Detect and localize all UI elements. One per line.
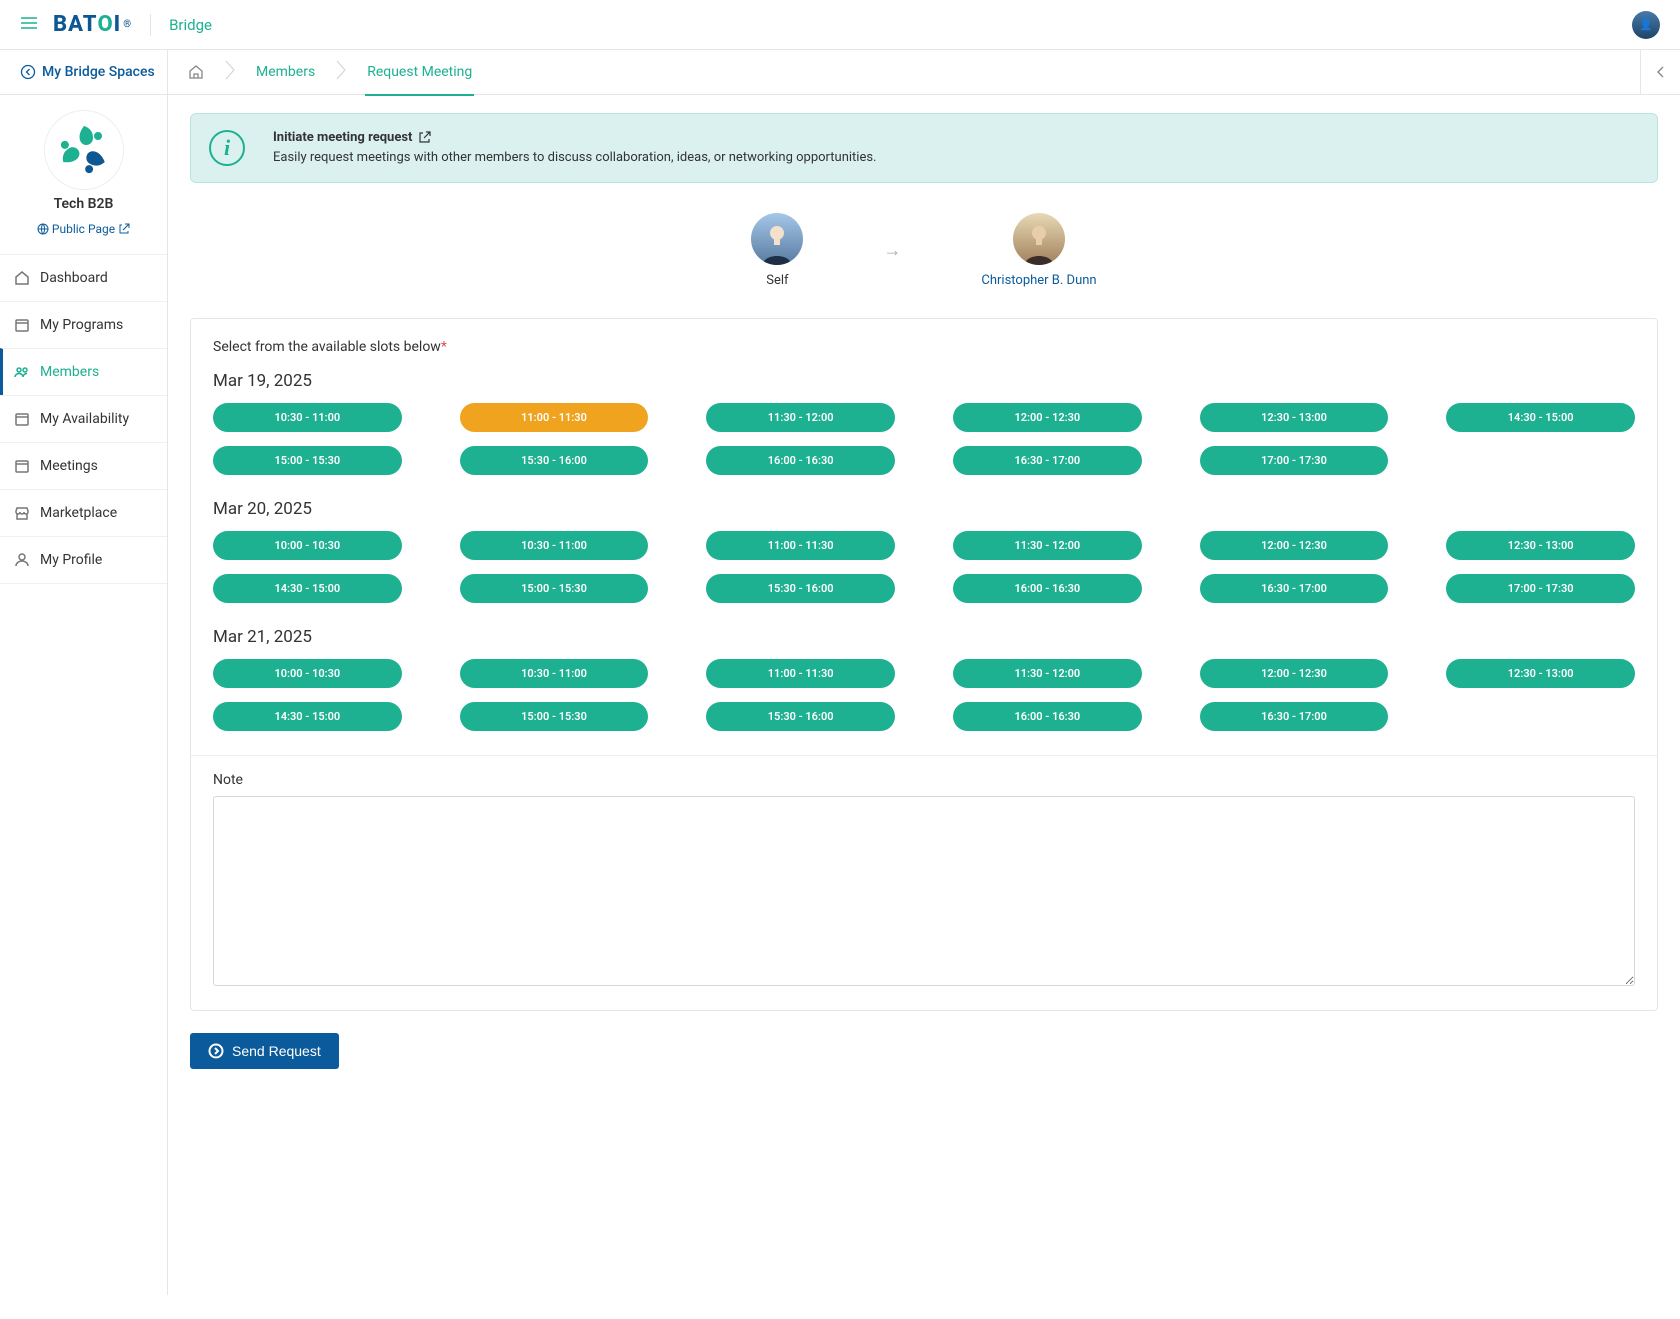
time-slot[interactable]: 16:00 - 16:30: [706, 446, 895, 475]
space-logo: [44, 110, 124, 190]
day-title: Mar 19, 2025: [213, 371, 1635, 391]
send-request-button[interactable]: Send Request: [190, 1033, 339, 1069]
breadcrumb-home[interactable]: [168, 50, 224, 95]
time-slot[interactable]: 12:30 - 13:00: [1446, 531, 1635, 560]
time-slot[interactable]: 15:00 - 15:30: [460, 702, 649, 731]
day-title: Mar 20, 2025: [213, 499, 1635, 519]
info-icon: i: [209, 130, 245, 166]
nav-profile[interactable]: My Profile: [0, 536, 167, 584]
nav-programs[interactable]: My Programs: [0, 301, 167, 348]
arrow-right-icon: →: [883, 240, 901, 261]
banner-title: Initiate meeting request: [273, 130, 412, 145]
brand-logo[interactable]: BATOI®: [53, 12, 132, 37]
time-slot[interactable]: 12:30 - 13:00: [1200, 403, 1389, 432]
time-slot[interactable]: 15:00 - 15:30: [213, 446, 402, 475]
self-label: Self: [766, 273, 788, 288]
time-slot[interactable]: 17:00 - 17:30: [1446, 574, 1635, 603]
note-label: Note: [213, 772, 1635, 788]
time-slot[interactable]: 16:30 - 17:00: [1200, 702, 1389, 731]
time-slot[interactable]: 11:00 - 11:30: [706, 659, 895, 688]
nav-marketplace[interactable]: Marketplace: [0, 489, 167, 536]
time-slot[interactable]: 14:30 - 15:00: [213, 574, 402, 603]
participants: Self → Christopher B. Dunn: [190, 213, 1658, 288]
content: i Initiate meeting request Easily reques…: [168, 95, 1680, 1295]
time-slot[interactable]: 11:00 - 11:30: [706, 531, 895, 560]
time-slot[interactable]: 16:30 - 17:00: [1200, 574, 1389, 603]
time-slot[interactable]: 17:00 - 17:30: [1200, 446, 1389, 475]
time-slot[interactable]: 14:30 - 15:00: [213, 702, 402, 731]
time-slot[interactable]: 11:30 - 12:00: [953, 531, 1142, 560]
time-slot[interactable]: 15:30 - 16:00: [706, 702, 895, 731]
user-avatar[interactable]: 👤: [1632, 11, 1660, 39]
time-slot[interactable]: 12:00 - 12:30: [953, 403, 1142, 432]
participant-other: Christopher B. Dunn: [981, 213, 1096, 288]
user-icon: [14, 552, 30, 568]
globe-icon: [37, 223, 49, 235]
back-link[interactable]: My Bridge Spaces: [0, 50, 168, 94]
time-slot[interactable]: 12:30 - 13:00: [1446, 659, 1635, 688]
breadcrumb-members[interactable]: Members: [236, 50, 335, 95]
time-slot[interactable]: 10:30 - 11:00: [460, 659, 649, 688]
home-icon: [188, 64, 204, 80]
time-slot[interactable]: 11:00 - 11:30: [460, 403, 649, 432]
nav-meetings[interactable]: Meetings: [0, 442, 167, 489]
product-name[interactable]: Bridge: [169, 16, 212, 34]
breadcrumbs: Members Request Meeting: [168, 50, 492, 94]
subheader: My Bridge Spaces Members Request Meeting: [0, 50, 1680, 95]
day-title: Mar 21, 2025: [213, 627, 1635, 647]
other-name[interactable]: Christopher B. Dunn: [981, 273, 1096, 288]
time-slot[interactable]: 15:30 - 16:00: [460, 446, 649, 475]
nav-members[interactable]: Members: [0, 348, 167, 395]
space-logo-icon: [56, 122, 112, 178]
time-slot[interactable]: 12:00 - 12:30: [1200, 659, 1389, 688]
chevron-right-icon: [335, 60, 347, 84]
slot-card: Select from the available slots below* M…: [190, 318, 1658, 1011]
home-icon: [14, 270, 30, 286]
back-arrow-icon: [20, 64, 36, 80]
time-slot[interactable]: 10:30 - 11:00: [213, 403, 402, 432]
chevron-right-icon: [224, 60, 236, 84]
time-slot[interactable]: 16:00 - 16:30: [953, 702, 1142, 731]
time-slot[interactable]: 15:00 - 15:30: [460, 574, 649, 603]
sep: [150, 14, 151, 36]
time-slot[interactable]: 10:00 - 10:30: [213, 531, 402, 560]
slot-caption: Select from the available slots below*: [213, 339, 1635, 355]
avatar: [1013, 213, 1065, 265]
sidebar: Tech B2B Public Page Dashboard My Progra…: [0, 95, 168, 1295]
time-slot[interactable]: 10:30 - 11:00: [460, 531, 649, 560]
time-slot[interactable]: 16:00 - 16:30: [953, 574, 1142, 603]
time-slot[interactable]: 10:00 - 10:30: [213, 659, 402, 688]
banner-desc: Easily request meetings with other membe…: [273, 150, 876, 165]
space-title: Tech B2B: [0, 196, 167, 212]
note-input[interactable]: [213, 796, 1635, 986]
chevron-left-icon: [1656, 66, 1666, 78]
users-icon: [14, 364, 30, 380]
time-slot[interactable]: 11:30 - 12:00: [706, 403, 895, 432]
topbar: BATOI® Bridge 👤: [0, 0, 1680, 50]
calendar-icon: [14, 411, 30, 427]
participant-self: Self: [751, 213, 803, 288]
calendar-icon: [14, 458, 30, 474]
avatar: [751, 213, 803, 265]
public-page-link[interactable]: Public Page: [0, 222, 167, 236]
time-slot[interactable]: 16:30 - 17:00: [953, 446, 1142, 475]
menu-toggle[interactable]: [20, 14, 38, 36]
hamburger-icon: [20, 14, 38, 32]
nav-availability[interactable]: My Availability: [0, 395, 167, 442]
time-slot[interactable]: 12:00 - 12:30: [1200, 531, 1389, 560]
time-slot[interactable]: 11:30 - 12:00: [953, 659, 1142, 688]
breadcrumb-request-meeting: Request Meeting: [347, 50, 492, 95]
nav-dashboard[interactable]: Dashboard: [0, 254, 167, 301]
store-icon: [14, 505, 30, 521]
external-link-icon: [118, 223, 130, 235]
time-slot[interactable]: 14:30 - 15:00: [1446, 403, 1635, 432]
arrow-circle-icon: [208, 1043, 224, 1059]
info-banner: i Initiate meeting request Easily reques…: [190, 113, 1658, 183]
time-slot[interactable]: 15:30 - 16:00: [706, 574, 895, 603]
calendar-icon: [14, 317, 30, 333]
collapse-toggle[interactable]: [1640, 50, 1680, 94]
external-link-icon[interactable]: [418, 131, 431, 144]
